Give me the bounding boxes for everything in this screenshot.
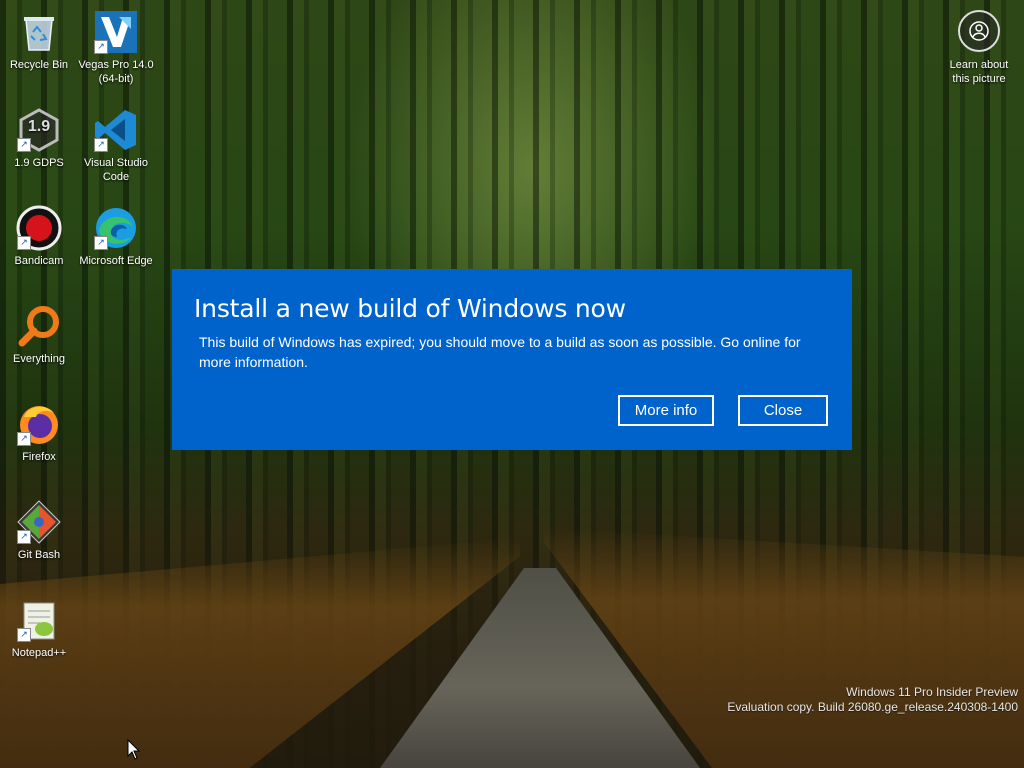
icon-label: Microsoft Edge (79, 255, 153, 267)
desktop-icon-gdps[interactable]: 1.9 ↗ 1.9 GDPS (1, 106, 77, 170)
shortcut-arrow-icon: ↗ (17, 138, 31, 152)
icon-label: Everything (13, 353, 65, 365)
icon-label: Visual Studio Code (83, 157, 148, 183)
edge-icon: ↗ (92, 204, 140, 252)
notepad-plus-plus-icon: ↗ (15, 596, 63, 644)
vegas-pro-icon: ↗ (92, 8, 140, 56)
build-watermark: Windows 11 Pro Insider Preview Evaluatio… (727, 685, 1018, 715)
vscode-icon: ↗ (92, 106, 140, 154)
icon-label: Bandicam (14, 255, 64, 267)
shortcut-arrow-icon: ↗ (17, 628, 31, 642)
everything-icon (15, 302, 63, 350)
camera-icon (958, 10, 1000, 52)
desktop-icon-vegas-pro[interactable]: ↗ Vegas Pro 14.0 (64-bit) (78, 8, 154, 86)
icon-label: Firefox (22, 451, 56, 463)
close-button[interactable]: Close (738, 395, 828, 426)
desktop-icon-firefox[interactable]: ↗ Firefox (1, 400, 77, 464)
desktop-icon-edge[interactable]: ↗ Microsoft Edge (78, 204, 154, 268)
icon-label: Notepad++ (11, 647, 67, 659)
learn-about-picture[interactable]: Learn about this picture (940, 10, 1018, 86)
desktop-icon-git-bash[interactable]: ↗ Git Bash (1, 498, 77, 562)
icon-label: 1.9 GDPS (14, 157, 64, 169)
learn-about-label: Learn about this picture (949, 59, 1009, 85)
desktop-icon-recycle-bin[interactable]: Recycle Bin (1, 8, 77, 72)
shortcut-arrow-icon: ↗ (94, 236, 108, 250)
watermark-line-2: Evaluation copy. Build 26080.ge_release.… (727, 700, 1018, 714)
bandicam-icon: ↗ (15, 204, 63, 252)
git-bash-icon: ↗ (15, 498, 63, 546)
dialog-message: This build of Windows has expired; you s… (199, 334, 801, 370)
firefox-icon: ↗ (15, 400, 63, 448)
desktop-icon-vscode[interactable]: ↗ Visual Studio Code (78, 106, 154, 184)
icon-label: Git Bash (17, 549, 61, 561)
icon-label: Vegas Pro 14.0 (64-bit) (78, 59, 154, 85)
desktop-icon-everything[interactable]: Everything (1, 302, 77, 366)
watermark-line-1: Windows 11 Pro Insider Preview (846, 685, 1018, 699)
recycle-bin-icon (15, 8, 63, 56)
gdps-icon: 1.9 ↗ (15, 106, 63, 154)
more-info-button[interactable]: More info (618, 395, 714, 426)
gdps-badge-text: 1.9 (27, 118, 51, 135)
shortcut-arrow-icon: ↗ (17, 530, 31, 544)
icon-label: Recycle Bin (9, 59, 69, 71)
desktop-icon-notepad-plus-plus[interactable]: ↗ Notepad++ (1, 596, 77, 660)
shortcut-arrow-icon: ↗ (17, 236, 31, 250)
expired-build-dialog: Install a new build of Windows now This … (172, 269, 852, 450)
shortcut-arrow-icon: ↗ (17, 432, 31, 446)
shortcut-arrow-icon: ↗ (94, 40, 108, 54)
dialog-title: Install a new build of Windows now (194, 294, 626, 323)
shortcut-arrow-icon: ↗ (94, 138, 108, 152)
desktop-icon-bandicam[interactable]: ↗ Bandicam (1, 204, 77, 268)
